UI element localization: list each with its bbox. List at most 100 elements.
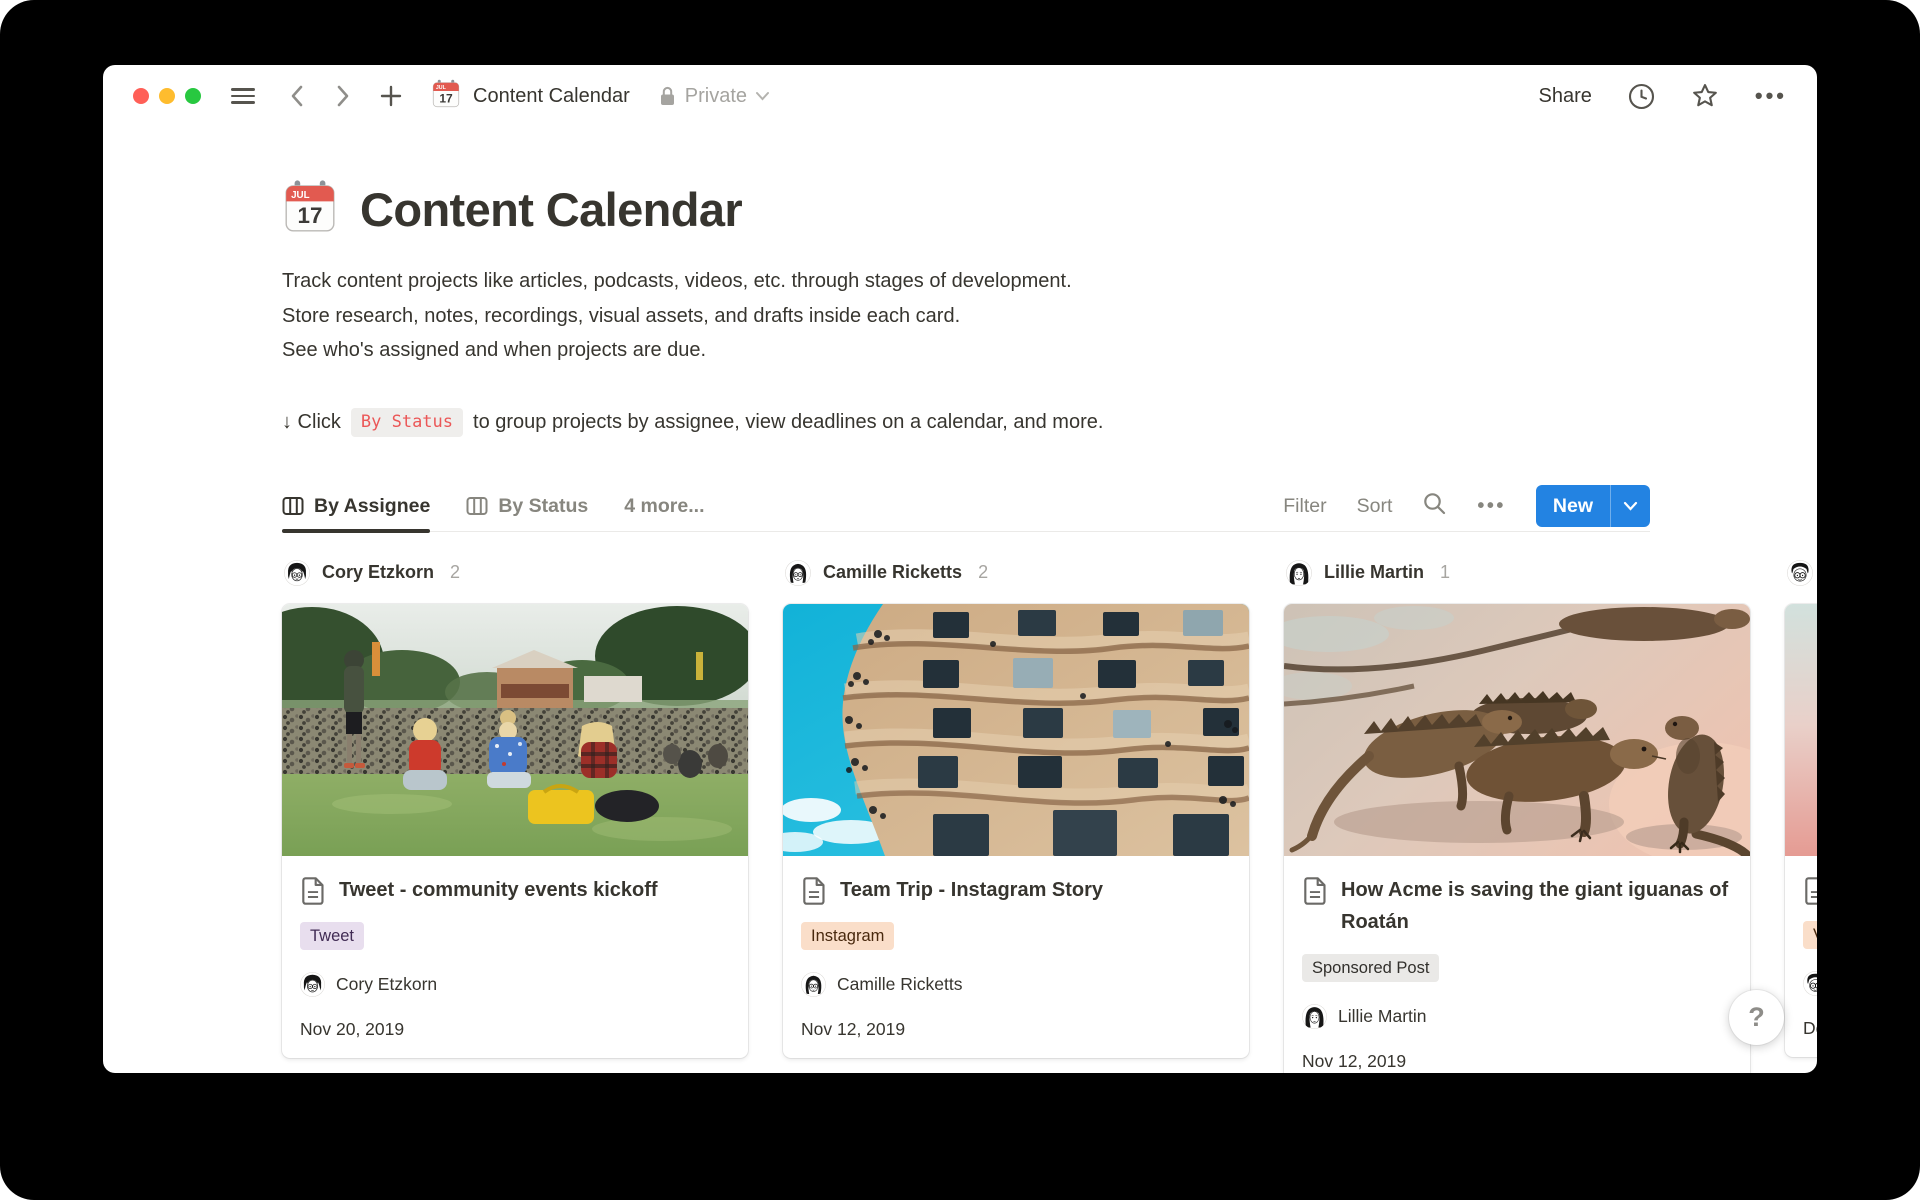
hint-code-chip: By Status: [351, 408, 463, 437]
assignee-name: Lillie Martin: [1338, 1006, 1427, 1027]
tab-more-views[interactable]: 4 more...: [624, 482, 704, 531]
page-calendar-icon: [431, 79, 461, 114]
tag-video: Video: [1803, 921, 1817, 950]
filter-button[interactable]: Filter: [1283, 495, 1326, 518]
column-header[interactable]: Lillie Martin 1: [1284, 558, 1750, 588]
card-title: Tweet - community events kickoff: [339, 874, 658, 906]
card-cover-casa-mila: [783, 604, 1249, 856]
favorite-star-icon[interactable]: [1691, 82, 1719, 110]
description-line: Track content projects like articles, po…: [282, 264, 1650, 299]
new-button-group: New: [1536, 485, 1650, 527]
description-line: Store research, notes, recordings, visua…: [282, 299, 1650, 334]
due-date: Nov 20, 2019: [300, 1019, 730, 1040]
card-team-trip-instagram-story[interactable]: Team Trip - Instagram Story Instagram Ca…: [783, 604, 1249, 1059]
due-date: Nov 12, 2019: [801, 1019, 1231, 1040]
card-title: How Acme is saving the giant iguanas of …: [1341, 874, 1732, 938]
sort-button[interactable]: Sort: [1357, 495, 1393, 518]
assignee-name: Cory Etzkorn: [336, 974, 437, 995]
screenshot-background: Content Calendar Private Share •••: [0, 0, 1920, 1200]
notion-window: Content Calendar Private Share •••: [103, 65, 1817, 1073]
page-header: Content Calendar Track content projects …: [103, 127, 1817, 438]
avatar-cory-etzkorn: [300, 972, 325, 997]
views-toolbar: By Assignee By Status 4 more... Filter S…: [282, 482, 1650, 532]
page-icon: [1803, 877, 1817, 905]
due-date: Nov 12, 2019: [1302, 1051, 1732, 1072]
tab-by-status[interactable]: By Status: [466, 482, 588, 531]
search-icon[interactable]: [1422, 491, 1447, 521]
board-column-cory-etzkorn: Cory Etzkorn 2: [282, 558, 748, 1074]
hint-lead: ↓ Click: [282, 411, 341, 434]
column-count: 2: [450, 562, 460, 583]
description-line: See who's assigned and when projects are…: [282, 333, 1650, 368]
sidebar-menu-icon[interactable]: [231, 88, 255, 104]
hint-line: ↓ Click By Status to group projects by a…: [282, 408, 1650, 438]
view-controls: Filter Sort ••• New: [1283, 485, 1650, 527]
tab-by-assignee[interactable]: By Assignee: [282, 482, 430, 531]
board-column-clipped: Video Dec: [1785, 558, 1817, 1074]
avatar-lillie-martin: [1286, 560, 1312, 586]
back-icon[interactable]: [287, 84, 307, 108]
avatar-lillie-martin: [1302, 1004, 1327, 1029]
tag-instagram: Instagram: [801, 922, 894, 951]
column-name: Camille Ricketts: [823, 562, 962, 583]
avatar-clipped-member: [1787, 560, 1813, 586]
avatar-camille-ricketts: [785, 560, 811, 586]
lock-icon: [658, 85, 677, 107]
card-title: Team Trip - Instagram Story: [840, 874, 1103, 906]
tab-label: By Assignee: [314, 495, 430, 518]
page-icon: [801, 877, 827, 905]
avatar-cory-etzkorn: [284, 560, 310, 586]
card-cover-gradient: [1785, 604, 1817, 856]
tag-tweet: Tweet: [300, 922, 364, 951]
card-cover-festival-crowd: [282, 604, 748, 856]
assignee-row: Camille Ricketts: [801, 972, 1231, 997]
card-cover-iguanas: [1284, 604, 1750, 856]
board: Cory Etzkorn 2: [103, 558, 1817, 1074]
board-view-icon: [282, 495, 304, 517]
breadcrumb-page-title[interactable]: Content Calendar: [473, 85, 630, 108]
board-column-camille-ricketts: Camille Ricketts 2: [783, 558, 1249, 1074]
column-header[interactable]: Cory Etzkorn 2: [282, 558, 748, 588]
page-title[interactable]: Content Calendar: [360, 182, 742, 237]
forward-icon[interactable]: [333, 84, 353, 108]
board-view-icon: [466, 495, 488, 517]
due-date: Dec: [1803, 1018, 1817, 1039]
chevron-down-icon: [755, 91, 770, 101]
page-icon[interactable]: [282, 179, 338, 240]
column-name: Lillie Martin: [1324, 562, 1424, 583]
board-column-lillie-martin: Lillie Martin 1: [1284, 558, 1750, 1074]
privacy-control[interactable]: Private: [658, 85, 770, 108]
tab-label: 4 more...: [624, 495, 704, 518]
hint-tail: to group projects by assignee, view dead…: [473, 411, 1103, 434]
card-tweet-community-events[interactable]: Tweet - community events kickoff Tweet C…: [282, 604, 748, 1059]
column-count: 1: [1440, 562, 1450, 583]
page-description: Track content projects like articles, po…: [282, 264, 1650, 368]
help-button[interactable]: ?: [1729, 990, 1784, 1045]
share-button[interactable]: Share: [1539, 85, 1592, 108]
close-window-button[interactable]: [133, 88, 149, 104]
column-header[interactable]: [1785, 558, 1817, 588]
card-clipped[interactable]: Video Dec: [1785, 604, 1817, 1058]
avatar-camille-ricketts: [801, 972, 826, 997]
tab-label: By Status: [498, 495, 588, 518]
minimize-window-button[interactable]: [159, 88, 175, 104]
column-name: Cory Etzkorn: [322, 562, 434, 583]
avatar-clipped-member: [1803, 971, 1817, 996]
page-icon: [300, 877, 326, 905]
new-dropdown-icon[interactable]: [1610, 485, 1650, 527]
assignee-row: Lillie Martin: [1302, 1004, 1732, 1029]
assignee-row: [1803, 971, 1817, 996]
view-tabs: By Assignee By Status 4 more...: [282, 482, 704, 531]
privacy-label: Private: [685, 85, 747, 108]
new-page-icon[interactable]: [379, 84, 403, 108]
updates-clock-icon[interactable]: [1628, 83, 1655, 110]
more-options-icon[interactable]: •••: [1755, 83, 1787, 109]
page-icon: [1302, 877, 1328, 905]
view-options-icon[interactable]: •••: [1477, 495, 1506, 518]
new-button[interactable]: New: [1536, 485, 1610, 527]
window-toolbar: Content Calendar Private Share •••: [103, 65, 1817, 127]
traffic-lights: [133, 88, 201, 104]
zoom-window-button[interactable]: [185, 88, 201, 104]
card-iguanas-roatan[interactable]: How Acme is saving the giant iguanas of …: [1284, 604, 1750, 1074]
column-header[interactable]: Camille Ricketts 2: [783, 558, 1249, 588]
